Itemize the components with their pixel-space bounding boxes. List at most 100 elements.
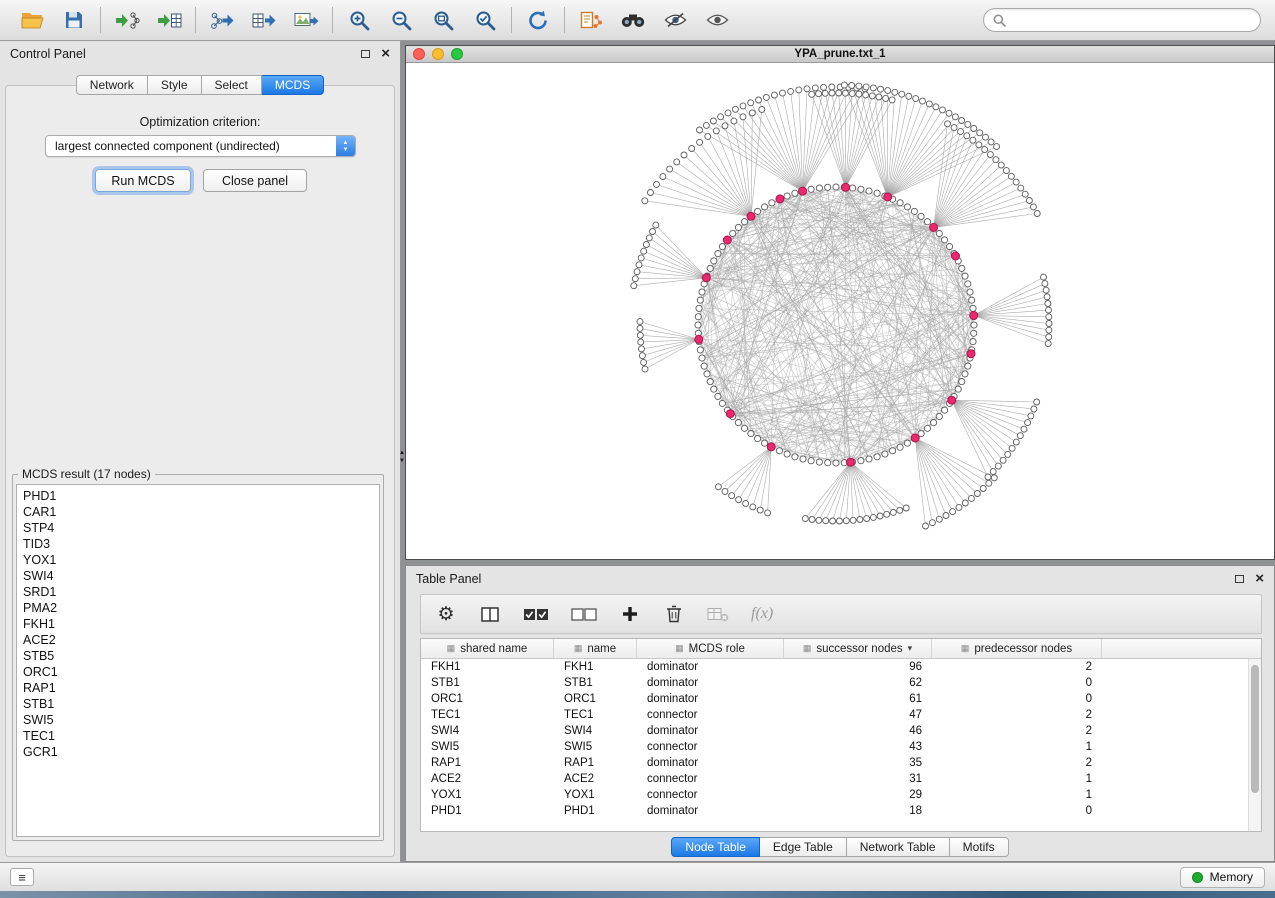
table-cell[interactable]: dominator	[637, 805, 784, 817]
table-cell[interactable]: RAP1	[421, 757, 554, 769]
import-network-icon[interactable]	[113, 6, 141, 34]
table-cell[interactable]: 47	[784, 709, 932, 721]
table-options-gear-icon[interactable]: ⚙	[435, 602, 457, 626]
tab-network-table[interactable]: Network Table	[847, 837, 950, 857]
table-cell[interactable]: FKH1	[421, 661, 554, 673]
table-cell[interactable]: 29	[784, 789, 932, 801]
mcds-node-item[interactable]: STB5	[23, 648, 379, 664]
table-row[interactable]: SWI5SWI5connector431	[421, 739, 1261, 755]
optimization-dropdown[interactable]: largest connected component (undirected)…	[45, 135, 356, 157]
table-cell[interactable]: ACE2	[554, 773, 637, 785]
table-cell[interactable]: 0	[932, 805, 1102, 817]
table-cell[interactable]: STB1	[554, 677, 637, 689]
search-input[interactable]	[1012, 13, 1251, 27]
column-header-mcds-role[interactable]: ▦MCDS role	[637, 639, 784, 658]
panel-divider-handle[interactable]: ▲▼	[399, 444, 405, 470]
mcds-node-item[interactable]: FKH1	[23, 616, 379, 632]
import-table-icon[interactable]	[155, 6, 183, 34]
tab-style[interactable]: Style	[148, 75, 202, 95]
table-cell[interactable]: connector	[637, 741, 784, 753]
table-row[interactable]: STB1STB1dominator620	[421, 675, 1261, 691]
table-row[interactable]: ORC1ORC1dominator610	[421, 691, 1261, 707]
table-cell[interactable]: 96	[784, 661, 932, 673]
tab-edge-table[interactable]: Edge Table	[760, 837, 847, 857]
export-image-icon[interactable]	[292, 6, 320, 34]
table-cell[interactable]: ACE2	[421, 773, 554, 785]
mcds-node-item[interactable]: ACE2	[23, 632, 379, 648]
table-row[interactable]: PHD1PHD1dominator180	[421, 803, 1261, 819]
mcds-node-item[interactable]: PHD1	[23, 488, 379, 504]
tab-network[interactable]: Network	[76, 75, 148, 95]
table-cell[interactable]: 46	[784, 725, 932, 737]
table-cell[interactable]: connector	[637, 773, 784, 785]
table-cell[interactable]: connector	[637, 789, 784, 801]
table-cell[interactable]: TEC1	[554, 709, 637, 721]
table-scrollbar[interactable]	[1248, 659, 1261, 831]
table-cell[interactable]: SWI4	[421, 725, 554, 737]
table-cell[interactable]: 31	[784, 773, 932, 785]
table-cell[interactable]: 1	[932, 741, 1102, 753]
table-row[interactable]: SWI4SWI4dominator462	[421, 723, 1261, 739]
mcds-node-item[interactable]: SWI4	[23, 568, 379, 584]
refresh-layout-icon[interactable]	[524, 6, 552, 34]
table-cell[interactable]: STB1	[421, 677, 554, 689]
tab-mcds[interactable]: MCDS	[262, 75, 324, 95]
mcds-node-item[interactable]: TID3	[23, 536, 379, 552]
mcds-node-item[interactable]: GCR1	[23, 744, 379, 760]
close-panel-icon[interactable]: ×	[381, 49, 390, 59]
save-session-icon[interactable]	[60, 6, 88, 34]
zoom-in-icon[interactable]	[345, 6, 373, 34]
table-cell[interactable]: connector	[637, 709, 784, 721]
network-canvas[interactable]	[406, 63, 1274, 559]
close-panel-button[interactable]: Close panel	[203, 169, 307, 192]
task-history-icon[interactable]: ≡	[10, 868, 34, 886]
zoom-selected-icon[interactable]	[471, 6, 499, 34]
table-cell[interactable]: 35	[784, 757, 932, 769]
tab-node-table[interactable]: Node Table	[671, 837, 760, 857]
export-network-icon[interactable]	[208, 6, 236, 34]
table-row[interactable]: YOX1YOX1connector291	[421, 787, 1261, 803]
search-box[interactable]	[983, 8, 1261, 32]
table-cell[interactable]: YOX1	[421, 789, 554, 801]
mcds-node-item[interactable]: ORC1	[23, 664, 379, 680]
table-cell[interactable]: 1	[932, 773, 1102, 785]
table-cell[interactable]: SWI5	[421, 741, 554, 753]
select-all-rows-icon[interactable]	[523, 602, 549, 626]
table-cell[interactable]: 2	[932, 725, 1102, 737]
table-cell[interactable]: 0	[932, 693, 1102, 705]
show-columns-icon[interactable]	[479, 602, 501, 626]
table-cell[interactable]: 1	[932, 789, 1102, 801]
table-cell[interactable]: 2	[932, 661, 1102, 673]
find-icon[interactable]	[619, 6, 647, 34]
column-header-name[interactable]: ▦name	[554, 639, 637, 658]
column-header-shared-name[interactable]: ▦shared name	[421, 639, 554, 658]
run-mcds-button[interactable]: Run MCDS	[95, 169, 191, 192]
table-row[interactable]: TEC1TEC1connector472	[421, 707, 1261, 723]
column-header-successor-nodes[interactable]: ▦successor nodes▾	[784, 639, 932, 658]
mcds-node-item[interactable]: STP4	[23, 520, 379, 536]
tab-motifs[interactable]: Motifs	[950, 837, 1009, 857]
zoom-fit-icon[interactable]	[429, 6, 457, 34]
close-table-panel-icon[interactable]: ×	[1255, 574, 1264, 584]
memory-button[interactable]: Memory	[1180, 867, 1265, 888]
table-cell[interactable]: 43	[784, 741, 932, 753]
column-header-predecessor-nodes[interactable]: ▦predecessor nodes	[932, 639, 1102, 658]
table-row[interactable]: ACE2ACE2connector311	[421, 771, 1261, 787]
delete-rows-icon[interactable]	[663, 602, 685, 626]
table-cell[interactable]: 18	[784, 805, 932, 817]
table-cell[interactable]: dominator	[637, 757, 784, 769]
duplicate-network-icon[interactable]	[577, 6, 605, 34]
table-cell[interactable]: dominator	[637, 677, 784, 689]
function-builder-icon[interactable]: f(x)	[751, 602, 773, 626]
table-cell[interactable]: TEC1	[421, 709, 554, 721]
table-cell[interactable]: YOX1	[554, 789, 637, 801]
table-cell[interactable]: FKH1	[554, 661, 637, 673]
unselect-all-rows-icon[interactable]	[571, 602, 597, 626]
table-row[interactable]: RAP1RAP1dominator352	[421, 755, 1261, 771]
float-table-panel-icon[interactable]	[1235, 575, 1244, 583]
table-row[interactable]: FKH1FKH1dominator962	[421, 659, 1261, 675]
clear-table-icon[interactable]	[707, 602, 729, 626]
table-cell[interactable]: SWI4	[554, 725, 637, 737]
toggle-graphics-details-icon[interactable]	[661, 6, 689, 34]
table-cell[interactable]: PHD1	[421, 805, 554, 817]
